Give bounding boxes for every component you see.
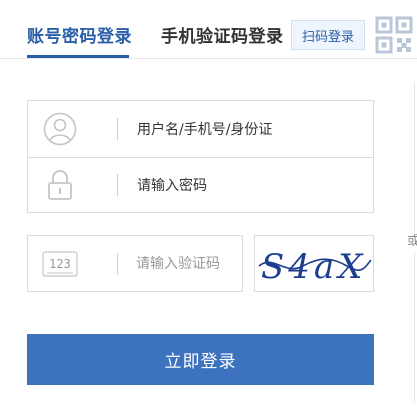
qr-code-icon[interactable] [375, 16, 413, 54]
code-icon-text: 123 [49, 257, 71, 271]
tab-sms-code[interactable]: 手机验证码登录 [161, 22, 284, 47]
tab-account-password[interactable]: 账号密码登录 [27, 22, 132, 47]
right-divider [414, 82, 415, 232]
password-label: 请输入密码 [137, 178, 207, 194]
code-separator [117, 253, 118, 275]
user-icon [42, 111, 78, 147]
username-label: 用户名/手机号/身份证 [137, 122, 273, 138]
credentials-box: 用户名/手机号/身份证 请输入密码 [27, 100, 374, 213]
login-button[interactable]: 立即登录 [27, 334, 374, 385]
username-field[interactable]: 用户名/手机号/身份证 [28, 101, 373, 157]
tabs-divider [0, 58, 417, 59]
qr-login-label: 扫码登录 [301, 29, 354, 45]
tab-qr-login[interactable]: 扫码登录 [291, 20, 365, 50]
captcha-text: S4aX [261, 247, 366, 287]
verification-code-input[interactable] [136, 254, 236, 274]
password-field[interactable]: 请输入密码 [28, 157, 373, 212]
code-123-icon: 123 [42, 251, 78, 277]
lock-icon [42, 167, 78, 203]
captcha-image[interactable]: S4aX [254, 235, 374, 292]
password-separator [117, 174, 118, 196]
right-divider-lower [414, 252, 415, 402]
username-separator [117, 118, 118, 140]
verification-code-field[interactable]: 123 [27, 235, 243, 292]
or-text-edge: 或 [407, 234, 417, 249]
